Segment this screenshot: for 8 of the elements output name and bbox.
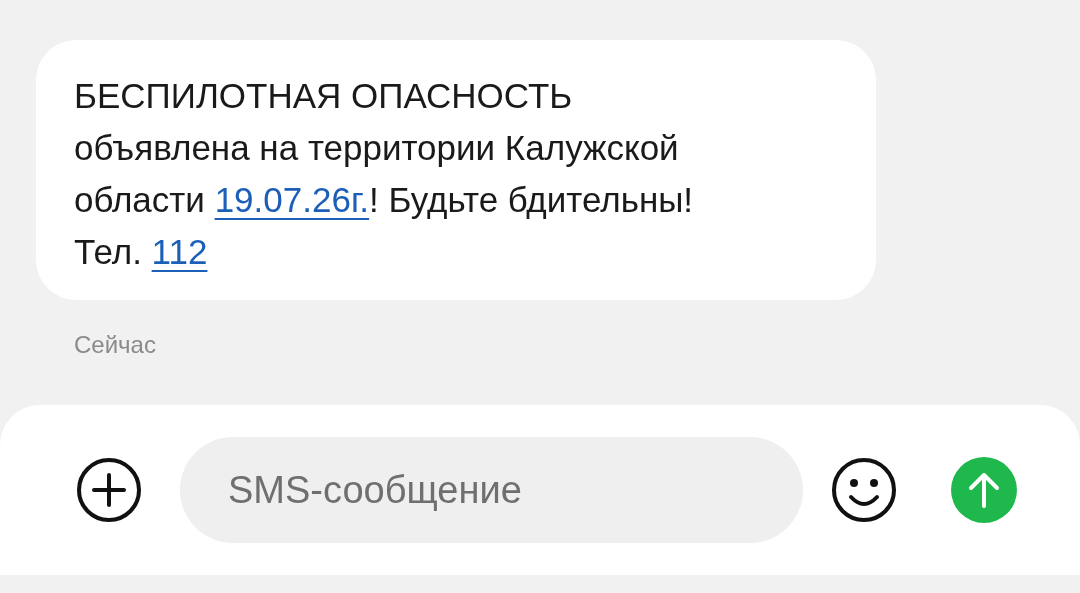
message-text: БЕСПИЛОТНАЯ ОПАСНОСТЬ объявлена на территории Калужской области 19.07.26г.! Будьте бдительны! Тел. 112 <box>74 75 695 273</box>
smiley-icon[interactable] <box>831 457 897 523</box>
link[interactable]: 19.07.26г. <box>214 180 370 219</box>
message-input-field[interactable]: SMS-сообщение <box>180 437 803 543</box>
link[interactable]: 112 <box>151 232 208 271</box>
add-icon[interactable] <box>76 457 142 523</box>
timestamp: Сейчас <box>74 330 156 360</box>
arrow-up-icon <box>968 472 1000 508</box>
